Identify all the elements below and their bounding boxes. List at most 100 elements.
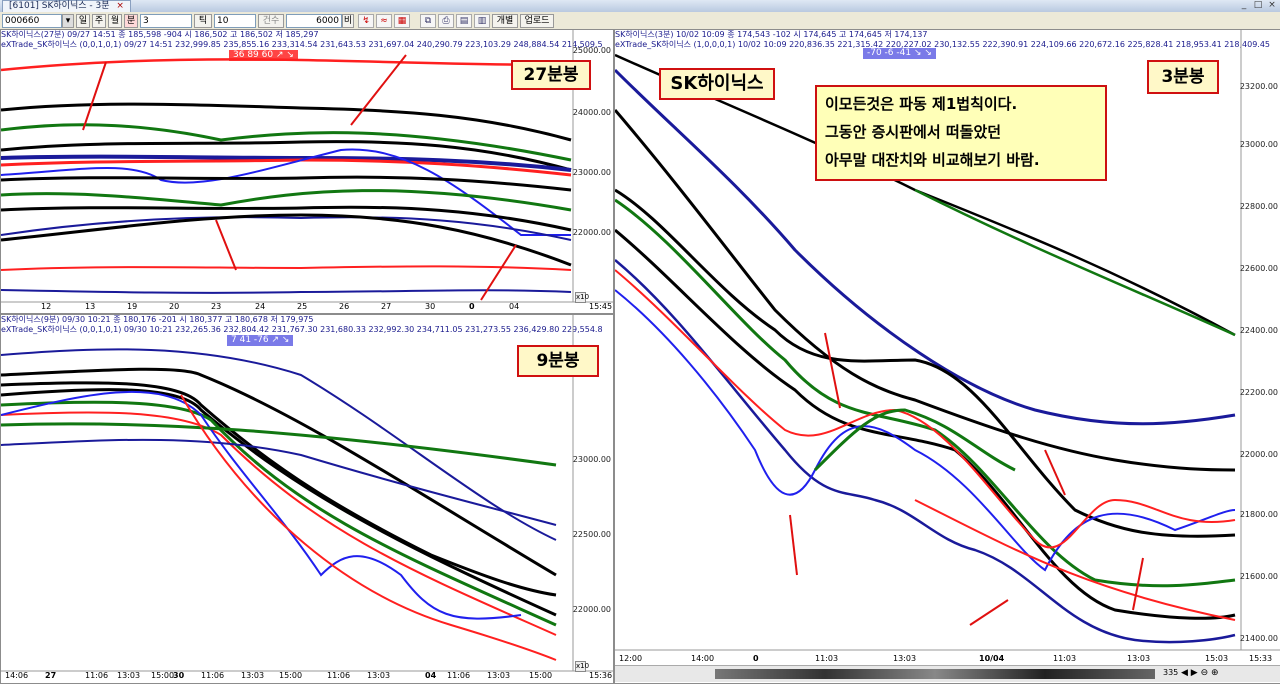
- doc-icon[interactable]: ▥: [474, 14, 490, 28]
- print-icon[interactable]: ⎙: [438, 14, 454, 28]
- minute-select[interactable]: 3: [140, 14, 192, 28]
- code-input[interactable]: 000660: [2, 14, 62, 28]
- x-tick: 15:00: [151, 671, 175, 680]
- y-tick: 25000.00: [572, 46, 611, 55]
- x-tick: 12: [41, 302, 52, 311]
- x-tick: 14:06: [5, 671, 29, 680]
- y-tick: 21600.00: [1239, 572, 1278, 581]
- x-tick: 0: [469, 302, 475, 311]
- count-input[interactable]: 6000: [286, 14, 342, 28]
- stock-label: SK하이닉스: [659, 68, 775, 100]
- x-tick: 11:03: [815, 654, 839, 663]
- minimize-icon[interactable]: _: [1238, 0, 1250, 11]
- window-tab[interactable]: [6101] SK하이닉스 - 3분 ×: [2, 0, 131, 12]
- x-tick: 13:03: [117, 671, 141, 680]
- period-label: 3분봉: [1147, 60, 1219, 94]
- tick-select[interactable]: 10: [214, 14, 256, 28]
- period-label: 9분봉: [517, 345, 599, 377]
- y-tick: 22800.00: [1239, 202, 1278, 211]
- x-tick: 23: [211, 302, 222, 311]
- volume-strip: [715, 669, 1155, 679]
- x-tick: 10/04: [979, 654, 1005, 663]
- annotation-line: 그동안 증시판에서 떠돌았던: [825, 123, 1002, 141]
- zoom-value: 335: [1163, 668, 1179, 677]
- minute-button[interactable]: 분: [124, 14, 138, 28]
- x-tick: 13:03: [487, 671, 511, 680]
- x-tick: 13:03: [241, 671, 265, 680]
- x-tick: 11:06: [327, 671, 351, 680]
- y-tick: 23000.00: [572, 168, 611, 177]
- x-tick: 20: [169, 302, 180, 311]
- chart-icon[interactable]: ↯: [358, 14, 374, 28]
- count-unit: 비: [342, 14, 354, 28]
- x-tick: 14:00: [691, 654, 715, 663]
- x-tick: 13:03: [1127, 654, 1151, 663]
- y-tick: 21400.00: [1239, 634, 1278, 643]
- x-tick: 30: [425, 302, 436, 311]
- x-tick: 11:06: [85, 671, 109, 680]
- y-tick: 22500.00: [572, 530, 611, 539]
- chart-panel-3min[interactable]: SK하이닉스(3분) 10/02 10:09 종 174,543 -102 시 …: [614, 29, 1280, 684]
- x-tick: 12:00: [619, 654, 643, 663]
- x-tick: 11:03: [1053, 654, 1077, 663]
- x-tick: 27: [381, 302, 392, 311]
- annotation-line: 아무말 대잔치와 비교해보기 바람.: [825, 151, 1040, 169]
- individual-button[interactable]: 개별: [492, 14, 518, 28]
- y-tick: 23000.00: [1239, 140, 1278, 149]
- x-tick: 11:06: [201, 671, 225, 680]
- x-tick: 13:03: [893, 654, 917, 663]
- close-icon[interactable]: ×: [1266, 0, 1278, 11]
- x-tick: 26: [339, 302, 350, 311]
- x-tick: 15:00: [279, 671, 303, 680]
- upload-button[interactable]: 업로드: [520, 14, 554, 28]
- y-tick: 22000.00: [572, 605, 611, 614]
- count-label: 건수: [258, 14, 284, 28]
- y-tick: 22600.00: [1239, 264, 1278, 273]
- window-title: [6101] SK하이닉스 - 3분: [9, 1, 110, 11]
- table-icon[interactable]: ▦: [394, 14, 410, 28]
- line-icon[interactable]: ≈: [376, 14, 392, 28]
- y-tick: 22200.00: [1239, 388, 1278, 397]
- maximize-icon[interactable]: □: [1252, 0, 1264, 11]
- x-tick: 04: [425, 671, 437, 680]
- tick-button[interactable]: 틱: [194, 14, 212, 28]
- scroll-bar[interactable]: 335 ◀ ▶ ⊖ ⊕: [615, 665, 1280, 682]
- y-tick: 23000.00: [572, 455, 611, 464]
- scale-button[interactable]: x10: [575, 661, 589, 672]
- x-tick: 15:03: [1205, 654, 1229, 663]
- x-tick: 30: [173, 671, 185, 680]
- y-tick: 22400.00: [1239, 326, 1278, 335]
- copy-icon[interactable]: ⧉: [420, 14, 436, 28]
- x-tick: 15:00: [529, 671, 553, 680]
- dropdown-icon[interactable]: ▾: [62, 14, 74, 28]
- x-tick: 13:03: [367, 671, 391, 680]
- period-label: 27분봉: [511, 60, 591, 90]
- nav-arrows-icon[interactable]: ◀ ▶ ⊖ ⊕: [1181, 668, 1219, 678]
- panel-time: 15:36: [589, 671, 613, 680]
- weekly-button[interactable]: 주: [92, 14, 106, 28]
- y-tick: 21800.00: [1239, 510, 1278, 519]
- x-tick: 13: [85, 302, 96, 311]
- x-tick: 25: [297, 302, 308, 311]
- y-tick: 22000.00: [572, 228, 611, 237]
- x-tick: 11:06: [447, 671, 471, 680]
- x-tick: 0: [753, 654, 759, 663]
- grid-icon[interactable]: ▤: [456, 14, 472, 28]
- panel-time: 15:45: [589, 302, 613, 311]
- chart-panel-9min[interactable]: SK하이닉스(9분) 09/30 10:21 종 180,176 -201 시 …: [0, 314, 614, 684]
- annotation-box: 이모든것은 파동 제1법칙이다. 그동안 증시판에서 떠돌았던 아무말 대잔치와…: [815, 85, 1107, 181]
- y-tick: 23200.00: [1239, 82, 1278, 91]
- tab-close-icon[interactable]: ×: [116, 1, 124, 11]
- panel-time: 15:33: [1249, 654, 1273, 663]
- toolbar: 000660 ▾ 일 주 월 분 3 틱 10 건수 6000 비 ↯ ≈ ▦ …: [0, 12, 1280, 30]
- y-tick: 24000.00: [572, 108, 611, 117]
- x-tick: 04: [509, 302, 520, 311]
- x-tick: 27: [45, 671, 57, 680]
- chart-panel-27min[interactable]: SK하이닉스(27분) 09/27 14:51 종 185,598 -904 시…: [0, 29, 614, 314]
- annotation-line: 이모든것은 파동 제1법칙이다.: [825, 95, 1018, 113]
- scale-button[interactable]: x10: [575, 292, 589, 303]
- x-tick: 19: [127, 302, 138, 311]
- monthly-button[interactable]: 월: [108, 14, 122, 28]
- title-bar: [6101] SK하이닉스 - 3분 × _ □ ×: [0, 0, 1280, 12]
- daily-button[interactable]: 일: [76, 14, 90, 28]
